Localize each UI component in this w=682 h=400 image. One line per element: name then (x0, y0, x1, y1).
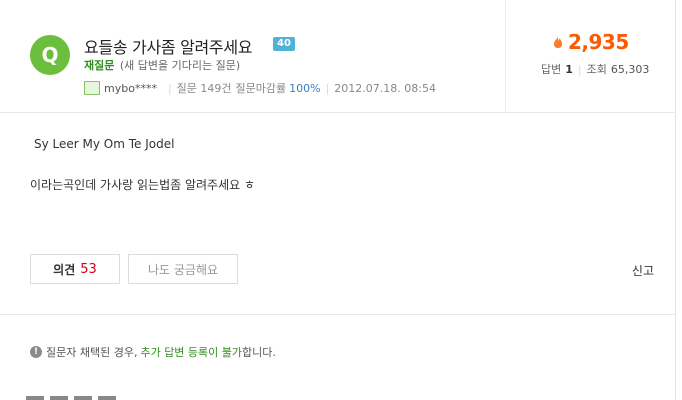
action-row: 의견 53 나도 궁금해요 신고 (30, 254, 654, 286)
views-label: 조회 (586, 63, 607, 76)
tab-mark (98, 396, 116, 400)
opinion-count: 53 (80, 261, 97, 277)
answers-value: 1 (565, 62, 573, 76)
notice-highlight: 추가 답변 등록이 불가 (140, 346, 243, 359)
author-info: mybo**** | 질문 149건 질문마감률 100% | 2012.07.… (84, 80, 436, 96)
close-rate-label: 질문마감률 (235, 82, 287, 95)
body-line: Sy Leer My Om Te Jodel (34, 137, 175, 151)
answers-label: 답변 (541, 63, 562, 76)
tab-mark (50, 396, 68, 400)
tab-mark (26, 396, 44, 400)
opinion-label: 의견 (53, 262, 76, 277)
header-divider (505, 0, 506, 112)
question-header: Q 요들송 가사좀 알려주세요 40 재질문 (새 답변을 기다리는 질문) m… (0, 0, 676, 113)
avatar[interactable] (84, 81, 100, 95)
info-icon: ! (30, 346, 42, 358)
close-rate-value: 100% (289, 81, 321, 95)
bottom-tab-marks (26, 396, 116, 400)
question-title: 요들송 가사좀 알려주세요 (84, 38, 253, 57)
notice-post: 합니다. (242, 346, 276, 359)
fire-icon (554, 36, 562, 48)
reask-line: 재질문 (새 답변을 기다리는 질문) (84, 57, 240, 73)
report-link[interactable]: 신고 (632, 262, 654, 279)
adoption-notice: ! 질문자 채택된 경우, 추가 답변 등록이 불가 합니다. (30, 344, 276, 360)
separator: | (577, 62, 582, 76)
question-body: Sy Leer My Om Te Jodel 이라는곡인데 가사랑 읽는법좀 알… (30, 137, 255, 219)
body-line: 이라는곡인데 가사랑 읽는법좀 알려주세요 ㅎ (30, 178, 256, 192)
q-badge-icon: Q (30, 35, 70, 75)
views-value: 65,303 (610, 62, 650, 76)
question-panel: Q 요들송 가사좀 알려주세요 40 재질문 (새 답변을 기다리는 질문) m… (0, 0, 676, 400)
separator: | (325, 81, 330, 95)
question-count: 질문 149건 (176, 82, 232, 95)
me-too-curious-button[interactable]: 나도 궁금해요 (128, 254, 238, 284)
reask-label: 재질문 (84, 59, 115, 72)
points-badge: 40 (273, 37, 295, 51)
username[interactable]: mybo**** (104, 82, 157, 95)
total-score: 2,935 (552, 30, 629, 54)
question-date: 2012.07.18. 08:54 (334, 81, 436, 95)
opinion-button[interactable]: 의견 53 (30, 254, 120, 284)
tab-mark (74, 396, 92, 400)
notice-pre: 질문자 채택된 경우, (46, 346, 138, 359)
separator: | (167, 81, 172, 95)
reask-note: (새 답변을 기다리는 질문) (119, 59, 241, 72)
section-divider (0, 314, 676, 315)
total-number: 2,935 (568, 30, 629, 54)
stats-row: 답변 1 | 조회 65,303 (541, 61, 649, 77)
